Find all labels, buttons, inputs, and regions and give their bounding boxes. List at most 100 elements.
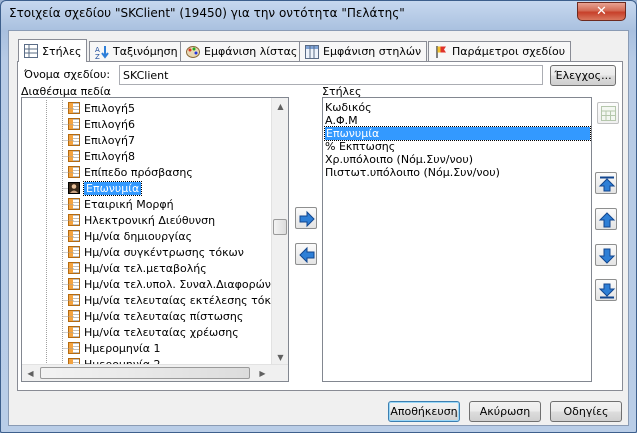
tree-connector (36, 340, 76, 356)
tree-item[interactable]: Ημ/νία συγκέντρωσης τόκων (22, 244, 244, 260)
close-icon: ✕ (596, 4, 607, 19)
tree-item[interactable]: Ημ/νία δημιουργίας (22, 228, 192, 244)
column-item[interactable]: % Εκπτωσης (325, 140, 395, 153)
svg-text:Z: Z (95, 53, 100, 59)
window-title: Στοιχεία σχεδίου "SKClient" (19450) για … (9, 6, 405, 20)
tree-connector (36, 276, 76, 292)
palette-icon (186, 45, 200, 59)
tree-item[interactable]: Επιλογή5 (22, 100, 135, 116)
vertical-scrollbar[interactable]: ▲ ▼ (271, 98, 288, 366)
cancel-button[interactable]: Ακύρωση (469, 401, 541, 422)
tree-connector (36, 132, 76, 148)
sort-az-icon: AZ (95, 45, 109, 61)
dialog-client: Στήλες AZ Ταξινόμηση Εμφάνιση λίστας Εμφ… (8, 30, 629, 426)
tree-connector (36, 164, 76, 180)
tree-item-label: Ημ/νία τελευταίας χρέωσης (84, 325, 239, 339)
tree-item[interactable]: Ημ/νία τελ.υπολ. Συναλ.Διαφορών (22, 276, 271, 292)
tree-item[interactable]: Ημ/νία τελευταίας εκτέλεσης τόκων (22, 292, 286, 308)
tree-item[interactable]: Εταιρική Μορφή (22, 196, 174, 212)
tree-item-label: Εταιρική Μορφή (84, 197, 174, 211)
arrow-left-icon (299, 246, 315, 264)
tree-item-label: Ημ/νία τελευταίας εκτέλεσης τόκων (84, 293, 287, 307)
scroll-up-icon[interactable]: ▲ (272, 98, 288, 115)
check-button[interactable]: Έλεγχος... (550, 65, 616, 86)
tree-item[interactable]: Ημ/νία τελ.μεταβολής (22, 260, 207, 276)
help-button[interactable]: Οδηγίες (550, 401, 622, 422)
tree-item-label: Επιλογή5 (84, 101, 136, 115)
horizontal-scrollbar[interactable]: ◀ ▶ (22, 364, 288, 381)
tree-item-label: Ημ/νία δημιουργίας (84, 229, 193, 243)
move-up-button[interactable] (595, 208, 617, 230)
tab-sorting[interactable]: AZ Ταξινόμηση (89, 41, 184, 61)
tree-item-label: Επιλογή7 (84, 133, 136, 147)
tree-item[interactable]: Ημερομηνία 1 (22, 340, 161, 356)
arrow-up-icon (598, 212, 616, 228)
remove-column-button[interactable] (295, 243, 317, 265)
tab-label: Παράμετροι σχεδίου (452, 45, 566, 58)
tab-label: Στήλες (42, 44, 82, 58)
column-item[interactable]: Α.Φ.Μ (325, 114, 358, 127)
move-top-icon (598, 176, 616, 192)
tree-item-label: Επιλογή8 (84, 149, 136, 163)
design-name-input[interactable] (119, 65, 543, 85)
column-item[interactable]: Επωνυμία (324, 126, 591, 141)
tree-item[interactable]: Ημ/νία τελευταίας χρέωσης (22, 324, 239, 340)
tree-item[interactable]: Επίπεδο πρόσβασης (22, 164, 193, 180)
arrow-down-icon (598, 248, 616, 264)
available-fields-tree[interactable]: Επιλογή5 Επιλογή6 Επιλογή7 Επιλογή8 Επίπεδο … (21, 97, 289, 382)
save-button[interactable]: Αποθήκευση (388, 401, 460, 422)
tree-connector (36, 244, 76, 260)
tree-item[interactable]: Επιλογή6 (22, 116, 135, 132)
column-properties-button[interactable] (597, 102, 619, 124)
column-item[interactable]: Κωδικός (325, 101, 372, 114)
close-button[interactable]: ✕ (577, 2, 626, 21)
tree-connector (36, 212, 76, 228)
scroll-left-icon[interactable]: ◀ (22, 365, 39, 381)
tree-connector (36, 116, 76, 132)
design-name-label: Όνομα σχεδίου: (24, 68, 111, 81)
tree-item-label: Επίπεδο πρόσβασης (84, 165, 193, 179)
arrow-right-icon (299, 210, 315, 228)
tab-label: Ταξινόμηση (113, 45, 178, 58)
add-column-button[interactable] (295, 207, 317, 229)
tree-connector (36, 148, 76, 164)
tree-connector (36, 292, 76, 308)
tree-item[interactable]: Ηλεκτρονική Διεύθυνση (22, 212, 215, 228)
tree-item-label: Ημ/νία τελ.υπολ. Συναλ.Διαφορών (84, 277, 271, 291)
tree-item[interactable]: Επωνυμία (22, 180, 143, 196)
title-bar[interactable]: Στοιχεία σχεδίου "SKClient" (19450) για … (1, 1, 636, 28)
tree-item[interactable]: Επιλογή8 (22, 148, 135, 164)
scroll-thumb-horizontal[interactable] (40, 367, 250, 379)
tab-list-appearance[interactable]: Εμφάνιση λίστας (180, 41, 304, 61)
columns-list[interactable]: Κωδικός Α.Φ.Μ Επωνυμία% Εκπτωσης Χρ.υπόλοιπ… (322, 97, 592, 382)
tab-design-parameters[interactable]: Παράμετροι σχεδίου (428, 41, 572, 61)
tree-connector (36, 324, 76, 340)
tree-item-label: Επιλογή6 (84, 117, 136, 131)
tab-columns[interactable]: Στήλες (18, 39, 88, 62)
tree-connector (36, 100, 76, 116)
scroll-right-icon[interactable]: ▶ (254, 365, 271, 381)
tab-columns-appearance[interactable]: Εμφάνιση στηλών (299, 41, 428, 61)
tree-item-label: Ημ/νία τελ.μεταβολής (84, 261, 207, 275)
tab-label: Εμφάνιση λίστας (204, 45, 298, 58)
move-bottom-button[interactable] (595, 279, 617, 301)
table-properties-icon (601, 106, 616, 121)
tree-connector (36, 196, 76, 212)
tree-connector (36, 308, 76, 324)
column-item[interactable]: Πιστωτ.υπόλοιπο (Νόμ.Συν/νου) (325, 166, 500, 179)
tree-item-label: Ημερομηνία 1 (84, 341, 161, 355)
move-top-button[interactable] (595, 172, 617, 194)
move-down-button[interactable] (595, 244, 617, 266)
scroll-thumb[interactable] (273, 219, 287, 235)
column-item[interactable]: Χρ.υπόλοιπο (Νόμ.Συν/νου) (325, 153, 473, 166)
tree-connector (36, 260, 76, 276)
person-field-icon (68, 182, 80, 194)
tree-connector (36, 228, 76, 244)
flag-icon (434, 45, 448, 59)
tree-item-label: Ημ/νία τελευταίας πίστωσης (84, 309, 244, 323)
tree-item[interactable]: Ημ/νία τελευταίας πίστωσης (22, 308, 243, 324)
columns-view-icon (305, 44, 319, 59)
tree-item[interactable]: Επιλογή7 (22, 132, 135, 148)
tree-item-label: Ηλεκτρονική Διεύθυνση (84, 213, 216, 227)
tab-label: Εμφάνιση στηλών (323, 45, 422, 58)
